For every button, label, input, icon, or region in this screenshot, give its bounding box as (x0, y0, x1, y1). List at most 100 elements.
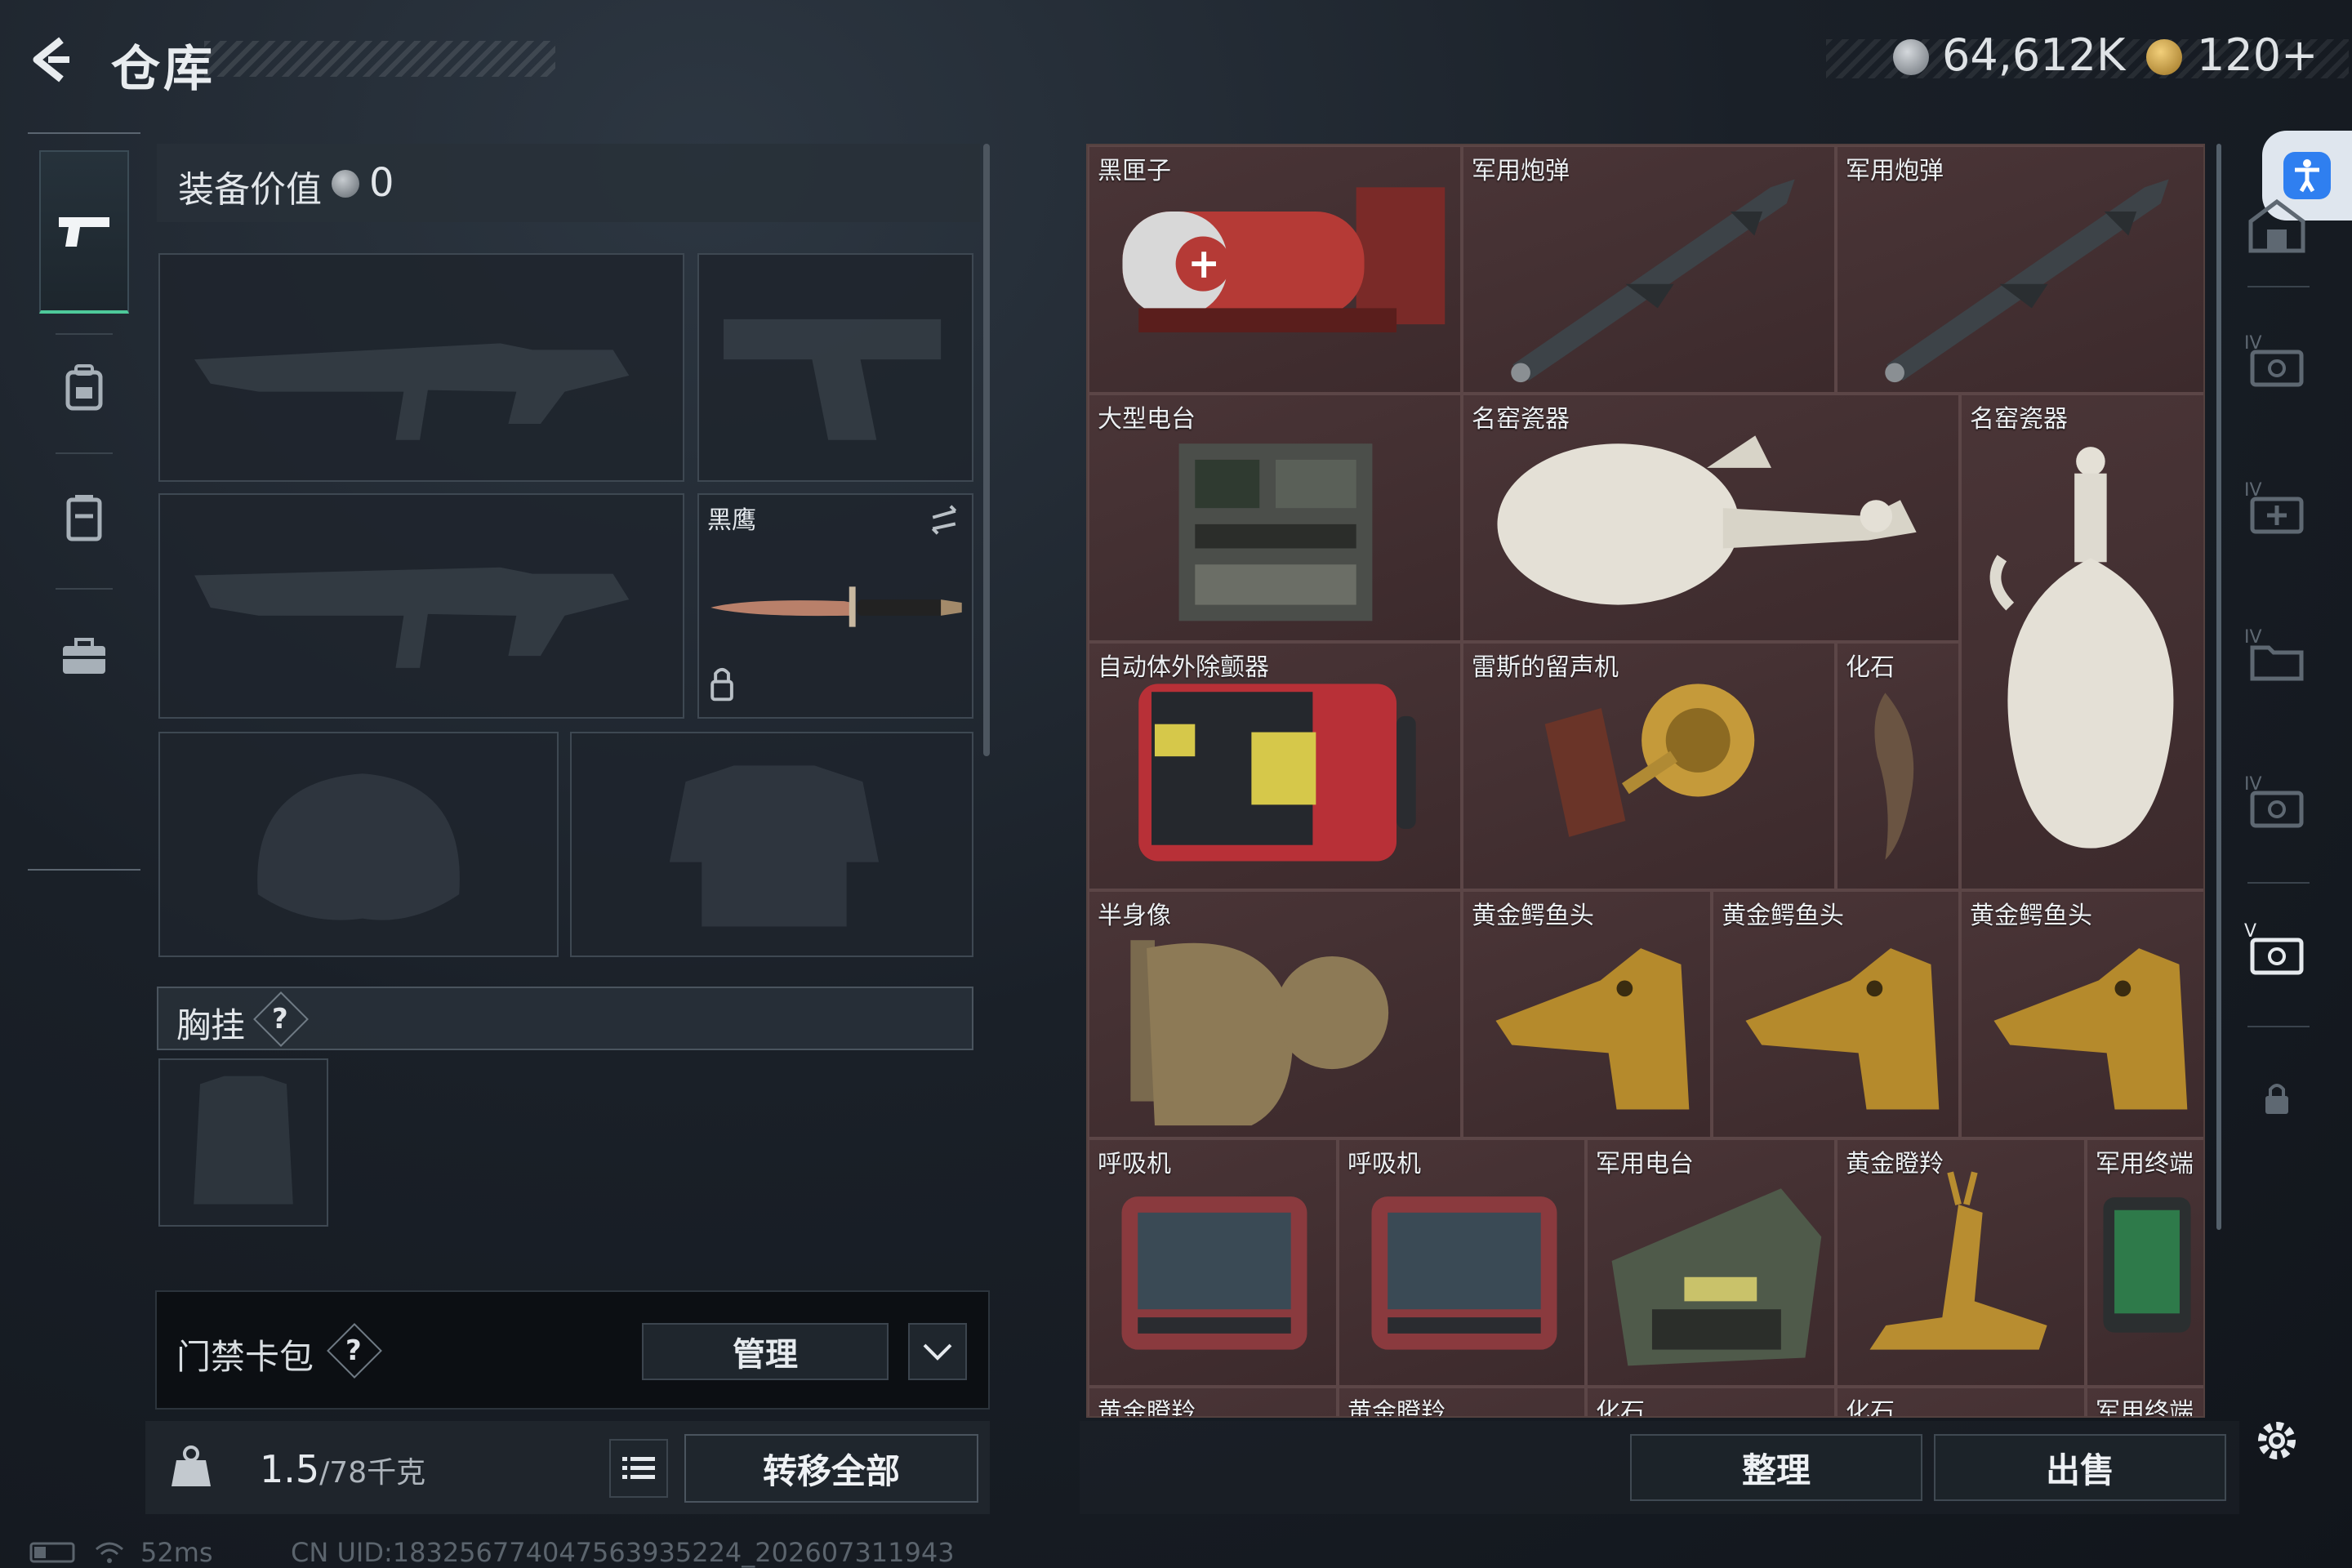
safe-icon: IV (2244, 774, 2304, 828)
lock-icon (2265, 1084, 2288, 1114)
primary-weapon-slot[interactable] (158, 253, 684, 482)
gold-coin-icon (2146, 39, 2182, 75)
weight-icon (168, 1444, 214, 1490)
stash-tab-4-folder[interactable]: IV (2239, 617, 2314, 693)
transfer-all-button[interactable]: 转移全部 (684, 1434, 978, 1503)
fossil-claw-icon (1874, 693, 1914, 860)
stash-item-aed[interactable]: 自动体外除颤器 (1088, 642, 1462, 890)
list-icon (622, 1457, 655, 1479)
lock-icon (710, 679, 733, 702)
stash-item-gold-croc-head[interactable]: 黄金鳄鱼头 (1960, 890, 2203, 1138)
gramophone-icon (1544, 684, 1755, 837)
sidearm-slot[interactable] (697, 253, 973, 482)
user-id: CN UID:18325677404756393522​4_2026073119… (291, 1537, 955, 1568)
keycard-dropdown-button[interactable] (908, 1323, 967, 1380)
stash-item-military-shell[interactable]: 军用炮弹 (1462, 145, 1836, 394)
swap-icon (931, 505, 957, 535)
list-view-button[interactable] (609, 1439, 668, 1498)
title-decoration (204, 41, 555, 77)
item-name: 黄金瞪羚 (1348, 1398, 1446, 1418)
loadout-category-nav (28, 132, 140, 871)
stash-tab-4-medical[interactable]: IV (2239, 470, 2314, 546)
page-title: 仓库 (111, 41, 216, 98)
sort-button[interactable]: 整理 (1630, 1434, 1922, 1501)
chest-rig-label: 胸挂 (176, 1005, 246, 1045)
item-name: 黄金瞪羚 (1098, 1398, 1196, 1418)
helmet-slot[interactable] (158, 732, 559, 957)
nav-weapons[interactable] (39, 150, 129, 314)
safe-icon: V (2244, 921, 2304, 975)
armor-silhouette-icon (669, 765, 880, 927)
stash-item-ventilator[interactable]: 呼吸机 (1338, 1138, 1586, 1387)
loadout-scrollbar[interactable] (983, 144, 990, 756)
stash-item-gold-gazelle[interactable]: 黄金瞪羚 (1836, 1138, 2086, 1387)
gear-icon (2258, 1422, 2296, 1459)
stash-grid: 黑匣子 军用炮弹 军用炮弹 大型电台 名窑瓷器 名窑瓷器 自动体外除颤器 雷斯的… (1086, 144, 2205, 1418)
medical-case-icon: IV (2244, 480, 2304, 534)
stash-tab-5-safe[interactable]: V (2239, 911, 2314, 987)
stash-item-black-box[interactable]: 黑匣子 (1088, 145, 1462, 394)
melee-slot[interactable]: 黑鹰 (697, 493, 973, 719)
military-terminal-icon (2103, 1197, 2191, 1333)
stash-item-gold-gazelle[interactable]: 黄金瞪羚 (1088, 1387, 1338, 1418)
stash-tab-home[interactable] (2239, 188, 2314, 263)
stash-item-porcelain-ewer[interactable]: 名窑瓷器 (1462, 394, 1960, 642)
equipment-value: 0 (369, 160, 394, 206)
nav-supplies[interactable] (39, 599, 129, 714)
question-mark-icon: ? (345, 1334, 362, 1367)
stash-item-fossil[interactable]: 化石 (1586, 1387, 1836, 1418)
stash-item-fossil[interactable]: 化石 (1836, 642, 1960, 890)
nav-backpack[interactable] (39, 330, 129, 444)
settings-button[interactable] (2244, 1408, 2310, 1473)
stash-item-military-terminal[interactable]: 军用终端 (2086, 1138, 2203, 1387)
helmet-silhouette-icon (257, 773, 460, 920)
stash-item-porcelain-vase[interactable]: 名窑瓷器 (1960, 394, 2203, 890)
chest-rig-slot[interactable] (158, 1058, 328, 1227)
stash-item-large-radio[interactable]: 大型电台 (1088, 394, 1462, 642)
nav-armor[interactable] (39, 461, 129, 575)
body-armor-slot[interactable] (570, 732, 973, 957)
stash-item-bust[interactable]: 半身像 (1088, 890, 1462, 1138)
porcelain-ewer-icon (1497, 435, 1917, 605)
vest-icon (66, 495, 102, 541)
sell-button[interactable]: 出售 (1934, 1434, 2226, 1501)
stash-item-gramophone[interactable]: 雷斯的留声机 (1462, 642, 1836, 890)
stash-tab-4-safe-b[interactable]: IV (2239, 764, 2314, 840)
wifi-icon (96, 1542, 123, 1563)
item-name: 化石 (1596, 1398, 1645, 1418)
stash-item-military-shell[interactable]: 军用炮弹 (1836, 145, 2203, 394)
stash-item-military-terminal[interactable]: 军用终端 (2086, 1387, 2203, 1416)
defibrillator-icon (1138, 684, 1416, 862)
weight-max: /78千克 (319, 1456, 426, 1490)
stash-tab-4-safe[interactable]: IV (2239, 323, 2314, 399)
stash-scrollbar[interactable] (2216, 144, 2221, 1230)
stash-item-military-radio[interactable]: 军用电台 (1586, 1138, 1836, 1387)
chevron-down-icon (923, 1343, 952, 1361)
stash-item-ventilator[interactable]: 呼吸机 (1088, 1138, 1338, 1387)
bust-icon (1130, 940, 1389, 1126)
pistol-icon (59, 217, 109, 247)
gold-crocodile-head-icon (1745, 948, 1940, 1110)
missile-icon (1511, 179, 1795, 383)
safe-icon: IV (2244, 333, 2304, 387)
stash-item-gold-croc-head[interactable]: 黄金鳄鱼头 (1462, 890, 1712, 1138)
silver-coin-icon (332, 170, 359, 198)
military-radio-icon (1611, 1188, 1822, 1366)
knife-icon (710, 505, 962, 702)
equipment-value-label: 装备价值 (178, 169, 322, 211)
pistol-silhouette-icon (723, 318, 942, 440)
stash-item-gold-gazelle[interactable]: 黄金瞪羚 (1338, 1387, 1586, 1418)
backpack-icon (65, 364, 103, 411)
question-mark-icon: ? (272, 1003, 288, 1036)
chest-rig-silhouette-icon (194, 1076, 293, 1205)
manage-button[interactable]: 管理 (642, 1323, 889, 1380)
back-button[interactable] (24, 31, 82, 88)
secondary-weapon-slot[interactable] (158, 493, 684, 719)
stash-tab-locked[interactable] (2239, 1062, 2314, 1137)
stash-item-gold-croc-head[interactable]: 黄金鳄鱼头 (1712, 890, 1960, 1138)
stash-item-fossil[interactable]: 化石 (1836, 1387, 2086, 1416)
silver-currency-amount: 64,612K (1942, 29, 2126, 81)
weight-readout: 1.5/78千克 (260, 1447, 425, 1491)
ventilator-icon (1121, 1196, 1307, 1350)
gold-currency-amount[interactable]: 120+ (2197, 29, 2318, 81)
